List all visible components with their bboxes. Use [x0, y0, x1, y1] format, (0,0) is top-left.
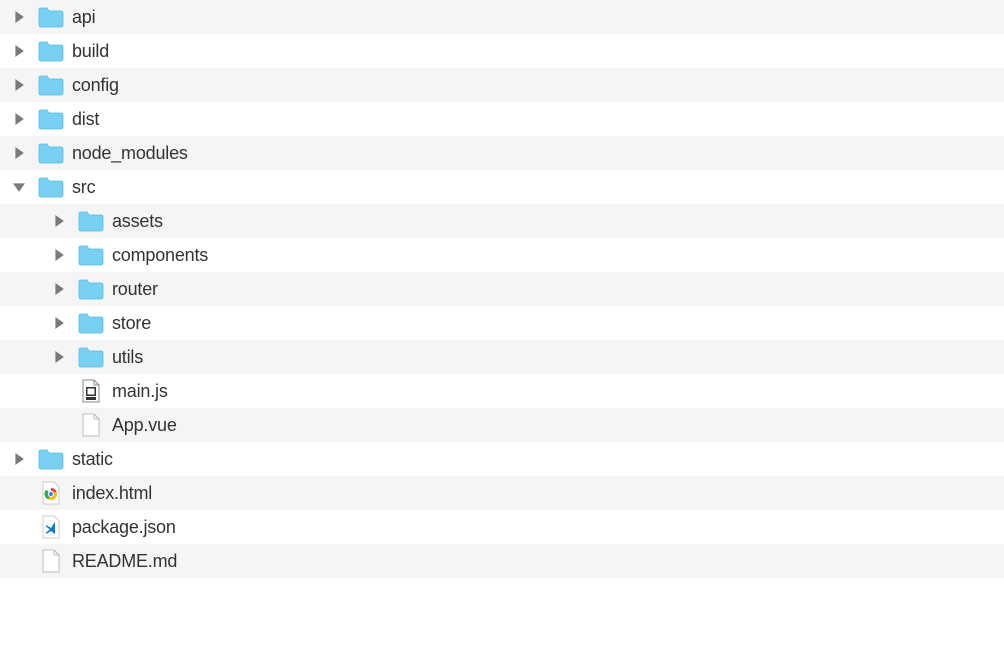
folder-icon — [38, 74, 64, 96]
tree-row[interactable]: README.md — [0, 544, 1004, 578]
chevron-right-icon[interactable] — [52, 350, 66, 364]
chevron-right-icon[interactable] — [12, 452, 26, 466]
tree-item-label: src — [72, 177, 95, 198]
folder-icon — [38, 176, 64, 198]
blank-file-icon — [78, 414, 104, 436]
chevron-down-icon[interactable] — [12, 180, 26, 194]
folder-icon — [38, 6, 64, 28]
tree-item-label: config — [72, 75, 119, 96]
chevron-right-icon[interactable] — [12, 44, 26, 58]
tree-row[interactable]: src — [0, 170, 1004, 204]
tree-row[interactable]: store — [0, 306, 1004, 340]
js-file-icon — [78, 380, 104, 402]
tree-item-label: router — [112, 279, 158, 300]
folder-icon — [78, 278, 104, 300]
tree-row[interactable]: dist — [0, 102, 1004, 136]
tree-row[interactable]: index.html — [0, 476, 1004, 510]
folder-icon — [78, 210, 104, 232]
tree-row[interactable]: App.vue — [0, 408, 1004, 442]
tree-row[interactable]: api — [0, 0, 1004, 34]
tree-item-label: App.vue — [112, 415, 177, 436]
folder-icon — [78, 244, 104, 266]
folder-icon — [78, 312, 104, 334]
tree-row[interactable]: package.json — [0, 510, 1004, 544]
tree-item-label: api — [72, 7, 95, 28]
tree-row[interactable]: utils — [0, 340, 1004, 374]
tree-item-label: node_modules — [72, 143, 188, 164]
folder-icon — [38, 142, 64, 164]
chevron-right-icon[interactable] — [12, 78, 26, 92]
tree-item-label: assets — [112, 211, 163, 232]
tree-row[interactable]: config — [0, 68, 1004, 102]
tree-item-label: store — [112, 313, 151, 334]
chevron-right-icon[interactable] — [52, 214, 66, 228]
file-tree: api build config dist node_modules src a… — [0, 0, 1004, 578]
chevron-right-icon[interactable] — [52, 316, 66, 330]
tree-item-label: package.json — [72, 517, 176, 538]
tree-row[interactable]: router — [0, 272, 1004, 306]
folder-icon — [38, 448, 64, 470]
chevron-right-icon[interactable] — [52, 282, 66, 296]
tree-item-label: index.html — [72, 483, 152, 504]
folder-icon — [38, 40, 64, 62]
chevron-right-icon[interactable] — [52, 248, 66, 262]
folder-icon — [38, 108, 64, 130]
tree-item-label: README.md — [72, 551, 177, 572]
tree-item-label: static — [72, 449, 113, 470]
chrome-file-icon — [38, 482, 64, 504]
chevron-right-icon[interactable] — [12, 112, 26, 126]
tree-row[interactable]: main.js — [0, 374, 1004, 408]
tree-item-label: components — [112, 245, 208, 266]
tree-item-label: build — [72, 41, 109, 62]
chevron-right-icon[interactable] — [12, 146, 26, 160]
tree-row[interactable]: components — [0, 238, 1004, 272]
tree-item-label: utils — [112, 347, 143, 368]
tree-row[interactable]: static — [0, 442, 1004, 476]
tree-row[interactable]: assets — [0, 204, 1004, 238]
tree-row[interactable]: build — [0, 34, 1004, 68]
tree-row[interactable]: node_modules — [0, 136, 1004, 170]
folder-icon — [78, 346, 104, 368]
vscode-file-icon — [38, 516, 64, 538]
tree-item-label: main.js — [112, 381, 168, 402]
tree-item-label: dist — [72, 109, 99, 130]
blank-file-icon — [38, 550, 64, 572]
chevron-right-icon[interactable] — [12, 10, 26, 24]
